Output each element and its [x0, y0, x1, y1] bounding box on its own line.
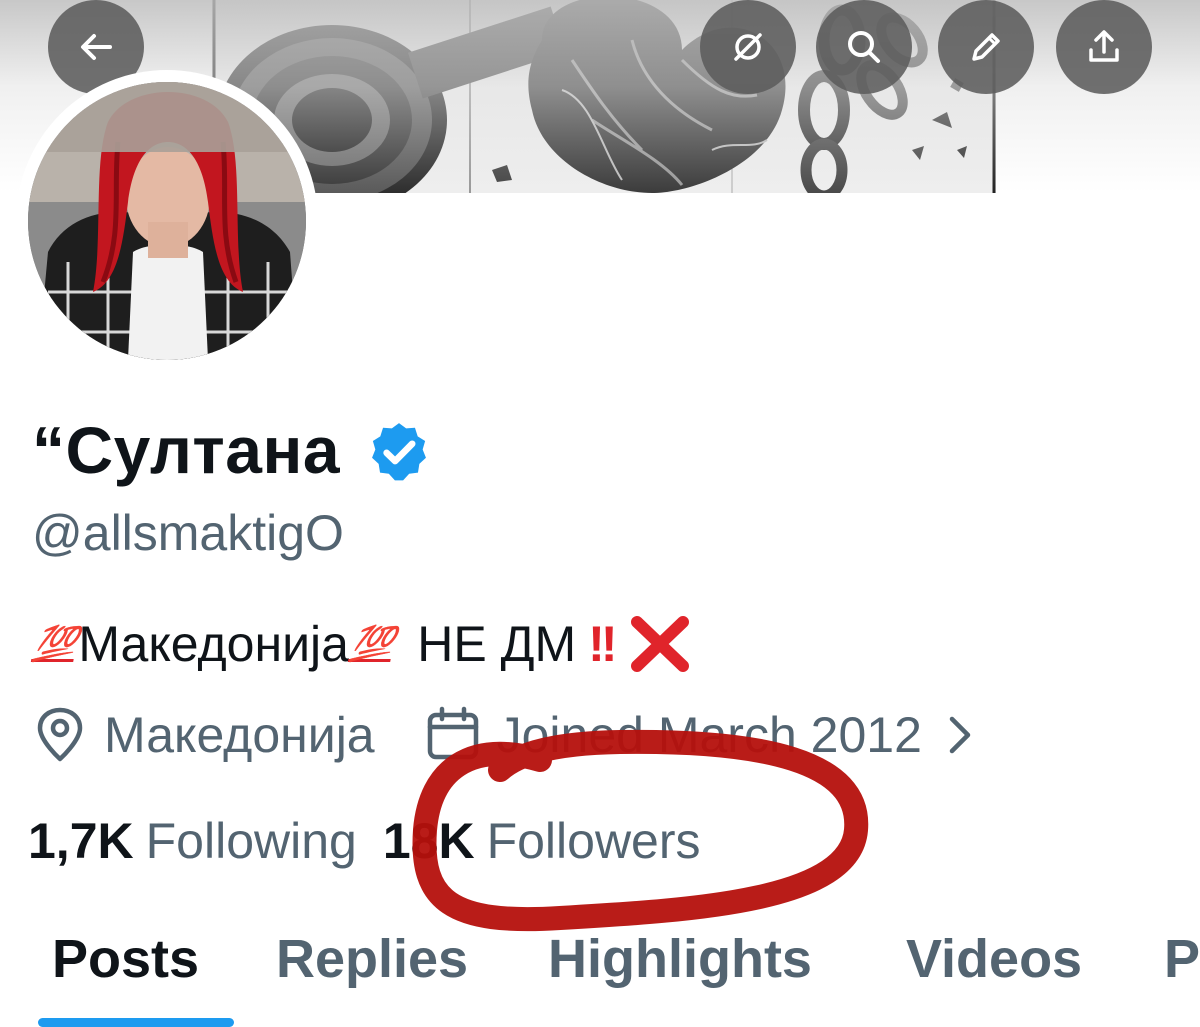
display-name: “Султана — [32, 413, 341, 487]
hundred-points-icon: 💯 — [30, 625, 80, 663]
edit-button[interactable] — [938, 0, 1034, 94]
following-link[interactable]: 1,7K Following — [28, 812, 357, 870]
joined-date-text: Joined March 2012 — [496, 707, 922, 763]
grok-button[interactable] — [700, 0, 796, 94]
bio-text-country: Македонија — [78, 616, 349, 672]
hundred-points-icon: 💯 — [347, 625, 397, 663]
red-x-icon — [631, 616, 690, 672]
display-name-row: “Султана — [32, 408, 432, 492]
tab-partial[interactable]: P — [1164, 928, 1200, 990]
bio-text-no-dm: НЕ ДМ — [417, 616, 577, 672]
share-button[interactable] — [1056, 0, 1152, 94]
followers-label: Followers — [486, 813, 701, 869]
followers-count: 18K — [382, 813, 475, 869]
profile-tabs: Posts Replies Highlights Videos P — [0, 922, 1200, 1027]
profile-meta-row: Македонија Joined March 2012 — [30, 700, 980, 770]
grok-icon — [734, 33, 762, 61]
following-count: 1,7K — [28, 813, 134, 869]
verified-badge-icon — [372, 423, 426, 481]
follow-stats-row: 1,7K Following 18K Followers — [28, 806, 701, 876]
search-icon — [848, 31, 880, 63]
share-icon — [1089, 30, 1119, 62]
following-label: Following — [145, 813, 357, 869]
avatar[interactable] — [28, 82, 306, 360]
back-arrow-icon — [81, 34, 112, 60]
active-tab-indicator — [38, 1018, 234, 1027]
profile-bio: 💯 Македонија 💯 НЕ ДМ !! — [30, 608, 691, 680]
location-pin-icon — [37, 707, 83, 762]
search-button[interactable] — [816, 0, 912, 94]
location-text: Македонија — [104, 707, 375, 763]
tab-videos[interactable]: Videos — [906, 928, 1082, 990]
followers-link[interactable]: 18K Followers — [383, 812, 701, 870]
tab-posts[interactable]: Posts — [52, 928, 199, 990]
pencil-icon — [972, 33, 1000, 61]
profile-handle: @allsmaktigO — [32, 505, 344, 561]
calendar-icon — [427, 706, 478, 760]
double-exclamation-icon: !! — [588, 616, 617, 672]
chevron-right-icon[interactable] — [940, 713, 980, 757]
tab-replies[interactable]: Replies — [276, 928, 468, 990]
tab-highlights[interactable]: Highlights — [548, 928, 812, 990]
